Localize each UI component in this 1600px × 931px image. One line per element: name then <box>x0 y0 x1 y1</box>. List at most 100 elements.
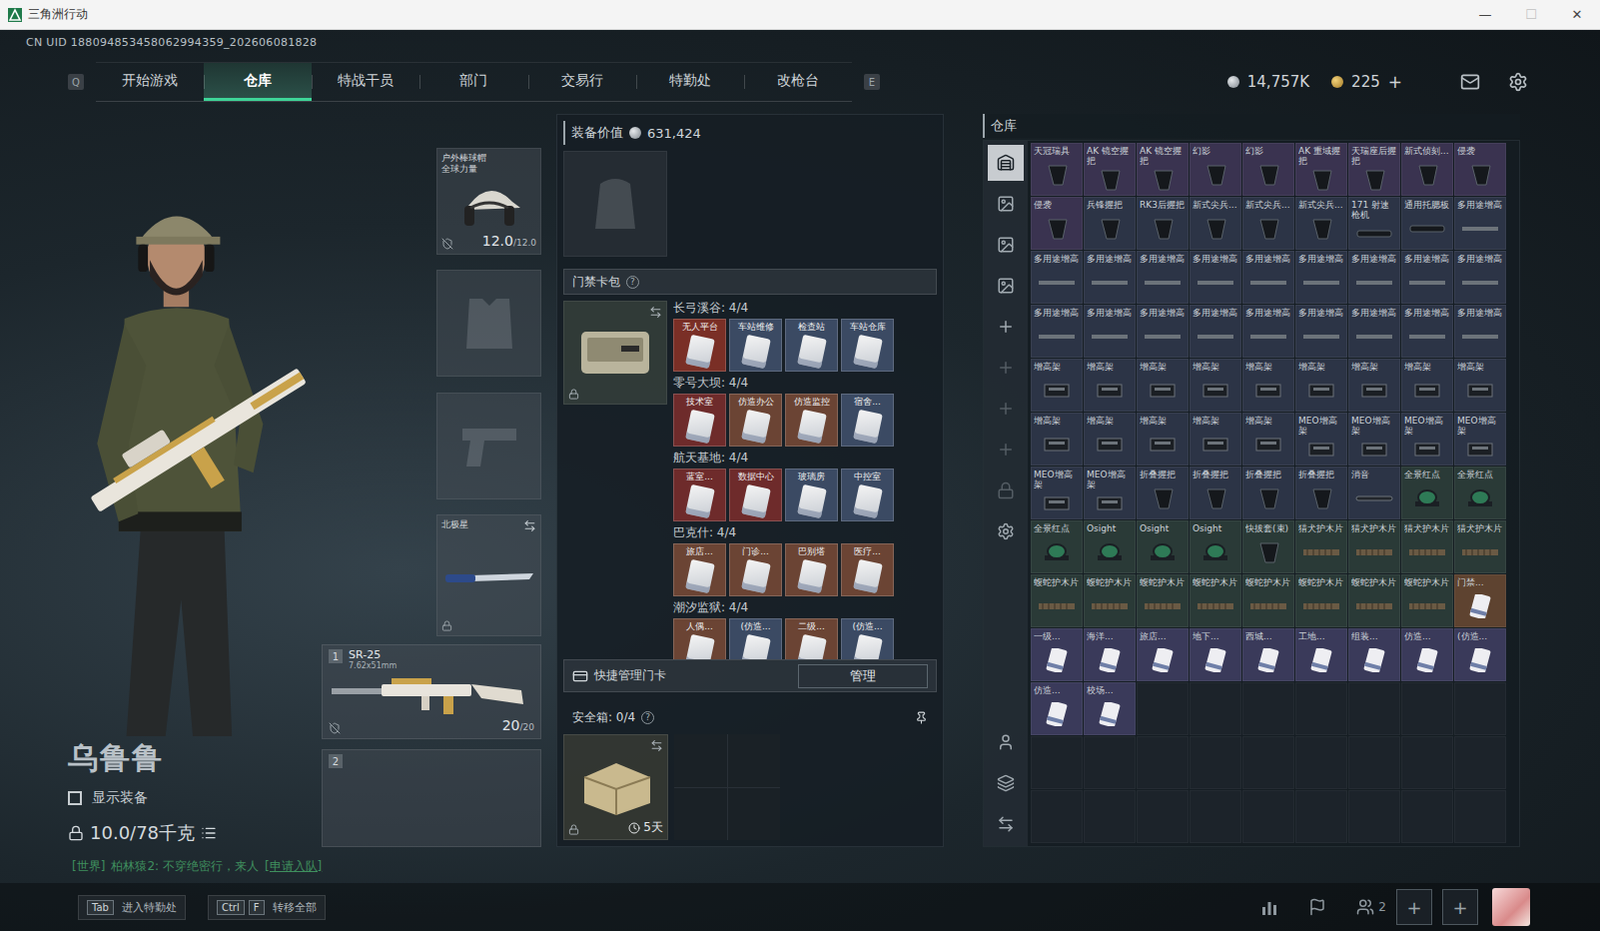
keycard[interactable]: (仿造... <box>840 618 894 660</box>
sidebar-button[interactable] <box>987 144 1024 181</box>
keycard[interactable]: 技术室 <box>673 393 727 447</box>
list-icon[interactable] <box>200 824 217 841</box>
item-cell[interactable]: 增高架 <box>1030 412 1083 466</box>
item-cell[interactable]: AK 镜空握把 <box>1083 142 1136 196</box>
item-cell[interactable]: (仿造... <box>1454 628 1507 682</box>
prev-tab-key[interactable]: Q <box>67 73 84 90</box>
empty-cell[interactable] <box>1348 790 1401 843</box>
empty-cell[interactable] <box>1454 790 1507 843</box>
safebox-cell[interactable] <box>728 788 782 841</box>
item-cell[interactable]: 工地... <box>1295 628 1348 682</box>
flag-button[interactable] <box>1308 897 1327 916</box>
window-control[interactable]: — <box>1462 0 1509 30</box>
empty-cell[interactable] <box>1242 790 1295 843</box>
swap-icon[interactable] <box>523 519 537 533</box>
settings-button[interactable] <box>1508 71 1529 92</box>
nav-tab[interactable]: 仓库 <box>203 62 312 101</box>
item-cell[interactable]: 新式尖兵... <box>1189 196 1242 250</box>
join-team-link[interactable]: [申请入队] <box>264 857 322 875</box>
item-cell[interactable]: 增高架 <box>1189 358 1242 412</box>
next-tab-key[interactable]: E <box>863 73 880 90</box>
safebox-slot[interactable]: 5天 <box>563 734 669 840</box>
mail-button[interactable] <box>1460 71 1481 92</box>
item-cell[interactable]: 增高架 <box>1030 358 1083 412</box>
empty-cell[interactable] <box>1454 682 1507 736</box>
item-cell[interactable]: 西城... <box>1242 628 1295 682</box>
item-cell[interactable]: 多用途增高 <box>1454 196 1507 250</box>
sidebar-button[interactable] <box>987 390 1024 427</box>
item-cell[interactable]: 折叠握把 <box>1242 466 1295 520</box>
keycard[interactable]: 玻璃房 <box>785 468 838 522</box>
backpack-slot[interactable] <box>563 150 668 257</box>
item-cell[interactable]: 天冠瑞具 <box>1030 142 1083 196</box>
keycard[interactable]: 检查站 <box>785 318 838 372</box>
item-cell[interactable]: MEO增高架 <box>1401 412 1454 466</box>
item-cell[interactable]: 多用途增高 <box>1242 304 1295 358</box>
item-cell[interactable]: MEO增高架 <box>1454 412 1507 466</box>
item-cell[interactable]: 增高架 <box>1242 412 1295 466</box>
item-cell[interactable]: 折叠握把 <box>1136 466 1189 520</box>
empty-cell[interactable] <box>1295 790 1348 843</box>
item-cell[interactable]: 蝮蛇护木片 <box>1348 574 1401 628</box>
item-cell[interactable]: 多用途增高 <box>1295 250 1348 304</box>
nav-tab[interactable]: 特战干员 <box>311 62 420 101</box>
item-cell[interactable]: 仿造... <box>1030 682 1083 736</box>
item-cell[interactable]: 多用途增高 <box>1030 250 1083 304</box>
empty-cell[interactable] <box>1030 736 1083 790</box>
item-cell[interactable]: MEO增高架 <box>1348 412 1401 466</box>
item-cell[interactable]: 幻影 <box>1242 142 1295 196</box>
item-cell[interactable]: 增高架 <box>1295 358 1348 412</box>
sidebar-button[interactable] <box>987 226 1024 263</box>
item-cell[interactable]: 幻影 <box>1189 142 1242 196</box>
item-cell[interactable]: 多用途增高 <box>1401 250 1454 304</box>
keycard-bag-slot[interactable] <box>563 300 668 405</box>
keycard[interactable]: 医疗... <box>840 543 894 597</box>
swap-icon[interactable] <box>649 305 663 319</box>
item-cell[interactable]: RK3后握把 <box>1136 196 1189 250</box>
item-cell[interactable]: 海洋... <box>1083 628 1136 682</box>
sidebar-button[interactable] <box>987 267 1024 304</box>
empty-cell[interactable] <box>1189 736 1242 790</box>
pistol-slot[interactable] <box>436 392 542 500</box>
empty-cell[interactable] <box>1189 682 1242 736</box>
empty-cell[interactable] <box>1401 736 1454 790</box>
item-cell[interactable]: 多用途增高 <box>1083 250 1136 304</box>
sidebar-button[interactable] <box>987 349 1024 386</box>
nav-tab[interactable]: 交易行 <box>528 62 637 101</box>
item-cell[interactable]: 兵锋握把 <box>1083 196 1136 250</box>
item-cell[interactable]: 猎犬护木片 <box>1401 520 1454 574</box>
item-cell[interactable]: 快拔套(束) <box>1242 520 1295 574</box>
sidebar-button[interactable] <box>987 805 1024 842</box>
item-cell[interactable]: 全景红点 <box>1030 520 1083 574</box>
item-cell[interactable]: AK 镜空握把 <box>1136 142 1189 196</box>
empty-cell[interactable] <box>1242 682 1295 736</box>
sidebar-button[interactable] <box>987 185 1024 222</box>
item-cell[interactable]: 门禁... <box>1454 574 1507 628</box>
item-cell[interactable]: 蝮蛇护木片 <box>1295 574 1348 628</box>
keycard[interactable]: 门诊... <box>729 543 783 597</box>
item-cell[interactable]: MEO增高架 <box>1295 412 1348 466</box>
keycard[interactable]: 蓝室... <box>673 468 727 522</box>
weapon-slot[interactable]: 2 <box>321 749 542 847</box>
item-cell[interactable]: 增高架 <box>1083 412 1136 466</box>
empty-cell[interactable] <box>1454 736 1507 790</box>
item-cell[interactable]: 组装... <box>1348 628 1401 682</box>
item-cell[interactable]: 增高架 <box>1454 358 1507 412</box>
item-cell[interactable]: 天瑞座后握把 <box>1348 142 1401 196</box>
empty-cell[interactable] <box>1136 736 1189 790</box>
keycard[interactable]: 宿舍... <box>840 393 894 447</box>
empty-cell[interactable] <box>1083 790 1136 843</box>
party-slot[interactable]: + <box>1442 888 1479 925</box>
keycard[interactable]: 车站仓库 <box>840 318 894 372</box>
safebox-cell[interactable] <box>728 734 782 788</box>
melee-slot[interactable]: 北极星 <box>436 514 542 637</box>
item-cell[interactable]: 蝮蛇护木片 <box>1030 574 1083 628</box>
keycard[interactable]: 巴别塔 <box>785 543 838 597</box>
nav-tab[interactable]: 改枪台 <box>744 62 852 101</box>
item-cell[interactable]: 多用途增高 <box>1030 304 1083 358</box>
item-cell[interactable]: 猎犬护木片 <box>1295 520 1348 574</box>
item-cell[interactable]: 多用途增高 <box>1136 304 1189 358</box>
item-cell[interactable]: 蝮蛇护木片 <box>1242 574 1295 628</box>
item-cell[interactable]: 消音 <box>1348 466 1401 520</box>
empty-cell[interactable] <box>1189 790 1242 843</box>
